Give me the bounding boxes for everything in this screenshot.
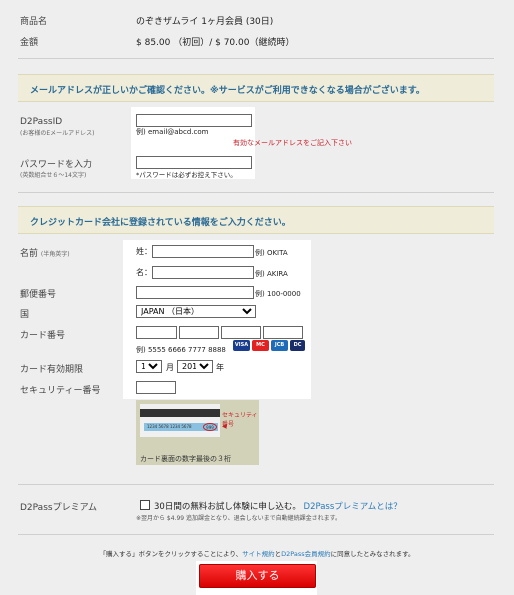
card-number-1[interactable] (136, 326, 177, 339)
price-label: 金額 (20, 38, 39, 48)
agreement-pre: 「購入する」ボタンをクリックすることにより、 (99, 550, 243, 558)
password-sub: (英数組合せ６～14文字) (20, 172, 87, 179)
card-banner: クレジットカード会社に登録されている情報をご入力ください。 (18, 206, 494, 234)
member-terms-link[interactable]: D2Pass会員規約 (281, 550, 331, 558)
country-select[interactable]: JAPAN （日本） (136, 305, 256, 318)
expiry-label: カード有効期限 (20, 365, 84, 375)
card-number-3[interactable] (221, 326, 261, 339)
country-label: 国 (20, 310, 30, 320)
password-note: *パスワードは必ずお控え下さい。 (136, 171, 237, 179)
password-input[interactable] (136, 156, 252, 169)
last-name-input[interactable] (152, 245, 254, 258)
premium-note: ※翌月から $4.99 追加課金となり、退会しないまで自動継続課金されます。 (136, 515, 341, 522)
product-value: のぞきザムライ 1ヶ月会員 (30日) (136, 17, 274, 27)
zip-example: 例) 100-0000 (255, 290, 301, 298)
card-number-example: 例) 5555 6666 7777 8888 (136, 346, 226, 354)
premium-label: D2Passプレミアム (20, 503, 97, 513)
price-value: $ 85.00 （初回）/ $ 70.00（継続時） (136, 38, 295, 48)
premium-checkbox[interactable] (140, 500, 150, 510)
last-name-label: 姓： (136, 247, 152, 256)
jcb-icon: JCB (271, 340, 288, 351)
divider (18, 484, 494, 485)
card-back: 1234 5678 1234 5678 999 (140, 404, 220, 437)
zip-input[interactable] (136, 286, 254, 299)
premium-text: 30日間の無料お試し体験に申し込む。 D2Passプレミアムとは？ (154, 500, 402, 512)
card-panel (123, 240, 311, 399)
cvv-circle: 999 (203, 423, 217, 431)
expiry-year-select[interactable]: 2016 (177, 360, 213, 373)
premium-checkbox-text: 30日間の無料お試し体験に申し込む。 (154, 502, 301, 512)
email-example: 例) email@abcd.com (136, 128, 209, 136)
first-name-example: 例) AKIRA (255, 270, 288, 278)
last-name-example: 例) OKITA (255, 249, 288, 257)
divider (18, 58, 494, 59)
jcb-label: JCB (274, 342, 285, 348)
agreement-post: に同意したとみなされます。 (330, 550, 415, 558)
cvv-callout: セキュリティ番号 (222, 412, 258, 428)
first-name-input[interactable] (152, 266, 254, 279)
buy-button[interactable]: 購入する (199, 564, 316, 588)
card-number-2[interactable] (179, 326, 219, 339)
month-unit: 月 (166, 363, 174, 372)
card-number-label: カード番号 (20, 331, 66, 341)
password-label: パスワードを入力 (20, 160, 93, 170)
zip-label: 郵便番号 (20, 290, 57, 300)
visa-icon: VISA (233, 340, 250, 351)
email-warning: 有効なメールアドレスをご記入下さい (233, 139, 352, 147)
card-banner-text: クレジットカード会社に登録されている情報をご入力ください。 (30, 218, 291, 228)
email-banner: メールアドレスが正しいかご確認ください。※サービスがご利用できなくなる場合がござ… (18, 74, 494, 102)
email-banner-text: メールアドレスが正しいかご確認ください。※サービスがご利用できなくなる場合がござ… (30, 86, 425, 96)
card-back-illustration: 1234 5678 1234 5678 999 ◀ セキュリティ番号 カード裏面… (136, 400, 259, 465)
agreement-text: 「購入する」ボタンをクリックすることにより、サイト規約とD2Pass会員規約に同… (0, 548, 514, 558)
product-label: 商品名 (20, 17, 48, 27)
site-terms-link[interactable]: サイト規約 (242, 550, 275, 558)
magnetic-stripe (140, 409, 220, 417)
d2passid-sub: (お客様のEメールアドレス) (20, 130, 95, 137)
divider (18, 192, 494, 193)
d2passid-label: D2PassID (20, 117, 63, 127)
diners-label: DC (293, 342, 302, 348)
card-number-4[interactable] (263, 326, 303, 339)
checkout-page: 商品名 のぞきザムライ 1ヶ月会員 (30日) 金額 $ 85.00 （初回）/… (0, 0, 514, 595)
premium-link[interactable]: D2Passプレミアムとは？ (304, 502, 402, 512)
year-unit: 年 (216, 363, 224, 372)
mastercard-icon: MC (252, 340, 269, 351)
security-code-label: セキュリティー番号 (20, 386, 101, 396)
card-digits: 1234 5678 1234 5678 (147, 424, 192, 429)
visa-label: VISA (234, 342, 249, 348)
expiry-month-select[interactable]: 10 (136, 360, 162, 373)
diners-icon: DC (290, 340, 305, 351)
email-input[interactable] (136, 114, 252, 127)
security-code-input[interactable] (136, 381, 176, 394)
name-label: 名前 (半角英字) (20, 249, 70, 259)
divider (18, 534, 494, 535)
first-name-label: 名： (136, 268, 152, 277)
mastercard-label: MC (256, 342, 265, 348)
cvv-caption: カード裏面の数字最後の３桁 (140, 455, 231, 463)
